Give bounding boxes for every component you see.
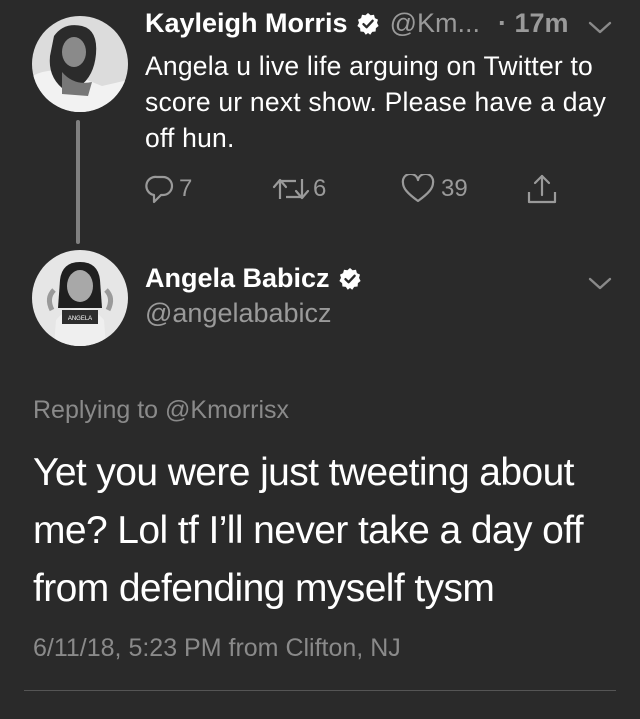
share-icon	[527, 174, 557, 204]
divider	[24, 690, 616, 691]
parent-tweet-text: Angela u live life arguing on Twitter to…	[145, 51, 607, 153]
heart-icon	[401, 174, 435, 203]
author-name[interactable]: Kayleigh Morris	[145, 8, 348, 39]
retweet-count: 6	[313, 175, 327, 202]
svg-text:ANGELA: ANGELA	[68, 316, 92, 322]
kayleigh-name-row[interactable]: Kayleigh Morris @Km... · 17m	[145, 8, 569, 39]
thread-connector	[76, 120, 80, 244]
verified-badge-icon	[356, 12, 379, 35]
replying-handle-link[interactable]: @Kmorrisx	[165, 396, 289, 424]
share-action[interactable]	[525, 172, 559, 206]
author-handle[interactable]: @Km...	[390, 8, 480, 39]
author-name[interactable]: Angela Babicz	[145, 263, 330, 294]
replying-to: Replying to @Kmorrisx	[33, 396, 289, 425]
tweet-timestamp-location: 6/11/18, 5:23 PM from Clifton, NJ	[33, 634, 401, 662]
angela-avatar[interactable]: ANGELA	[32, 250, 128, 346]
angela-name-row[interactable]: Angela Babicz	[145, 263, 362, 294]
chevron-down-icon[interactable]	[586, 274, 614, 294]
angela-avatar-image: ANGELA	[32, 250, 128, 346]
replying-prefix: Replying to	[33, 396, 159, 424]
retweet-icon	[272, 178, 310, 200]
like-count: 39	[441, 175, 468, 202]
kayleigh-avatar-image	[32, 16, 128, 112]
retweet-action[interactable]: 6	[271, 174, 401, 204]
like-action[interactable]: 39	[401, 174, 525, 204]
chevron-down-icon[interactable]	[586, 18, 614, 38]
parent-tweet-actions: 7 6 39	[145, 172, 559, 206]
tweet-time: · 17m	[497, 8, 569, 38]
kayleigh-avatar[interactable]	[32, 16, 128, 112]
reply-count: 7	[179, 175, 193, 202]
verified-badge-icon	[338, 267, 361, 290]
reply-action[interactable]: 7	[145, 173, 271, 205]
reply-icon	[145, 175, 174, 204]
author-handle[interactable]: @angelababicz	[145, 298, 332, 329]
main-tweet-text: Yet you were just tweeting about me? Lol…	[33, 451, 584, 610]
